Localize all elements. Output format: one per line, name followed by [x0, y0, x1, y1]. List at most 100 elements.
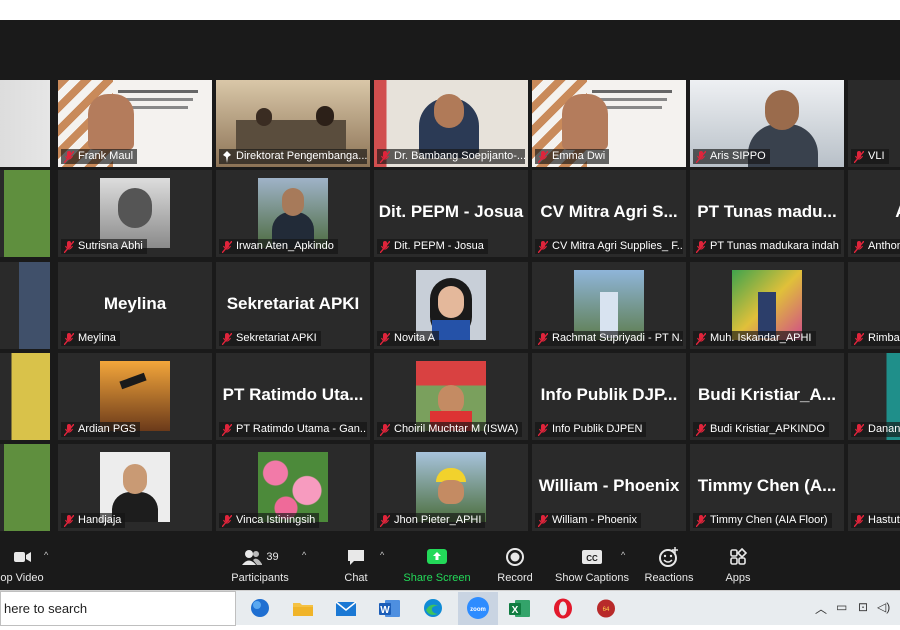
- participant-name: Frank Maul: [78, 150, 134, 162]
- participant-tile[interactable]: Rimba Rimba: [848, 262, 900, 349]
- windows-app-icon[interactable]: [246, 595, 274, 622]
- svg-text:zoom: zoom: [470, 607, 486, 613]
- svg-text:64: 64: [603, 607, 610, 613]
- volume-icon[interactable]: ◁): [877, 600, 890, 614]
- participant-name: Jhon Pieter_APHI: [394, 514, 482, 526]
- participant-tile[interactable]: PT Tunas madu... PT Tunas madukara indah: [690, 170, 844, 257]
- zoom-icon[interactable]: zoom: [458, 592, 498, 625]
- participant-tile[interactable]: Aris SIPPO: [690, 80, 844, 167]
- participant-display-name: Timmy Chen (A...: [697, 476, 837, 495]
- participants-label: Participants: [231, 572, 289, 584]
- pin-icon: [222, 150, 236, 163]
- participant-tile[interactable]: Jhon Pieter_APHI: [374, 444, 528, 531]
- participant-tile[interactable]: ber Indo...: [0, 170, 50, 257]
- participant-tile[interactable]: Ardian PGS: [58, 353, 212, 440]
- participant-tile[interactable]: Novita A: [374, 262, 528, 349]
- participant-tile[interactable]: Hambu...: [0, 353, 50, 440]
- participant-name: Emma Dwi: [552, 150, 606, 162]
- participant-tile[interactable]: Direktorat Pengembanga...: [216, 80, 370, 167]
- record-button[interactable]: Record: [475, 546, 555, 584]
- window-top-strip: [0, 0, 900, 20]
- tray-device-icon[interactable]: ▭: [836, 600, 847, 614]
- windows-taskbar: here to search W zoom X 64 ︿ ▭ ⊡ ◁): [0, 590, 900, 626]
- stop-video-button[interactable]: op Video: [0, 546, 62, 584]
- participant-tile[interactable]: Irwan Aten_Apkindo: [216, 170, 370, 257]
- participant-tile[interactable]: Sekretariat APKI Sekretariat APKI: [216, 262, 370, 349]
- participant-tile[interactable]: Info Publik DJP... Info Publik DJPEN: [532, 353, 686, 440]
- participants-button[interactable]: 39 Participants: [220, 546, 300, 584]
- muted-mic-icon: [854, 423, 868, 436]
- muted-mic-icon: [696, 240, 710, 253]
- participant-name-label: Emma Dwi: [535, 149, 610, 164]
- participant-tile[interactable]: Dr. Bambang Soepijanto-...: [374, 80, 528, 167]
- participants-options-caret[interactable]: ^: [302, 550, 306, 560]
- chat-options-caret[interactable]: ^: [380, 550, 384, 560]
- mail-icon[interactable]: [332, 595, 360, 622]
- participant-name-label: Info Publik DJPEN: [535, 422, 647, 437]
- video-options-caret[interactable]: ^: [44, 550, 48, 560]
- reactions-button[interactable]: Reactions: [629, 546, 709, 584]
- participant-tile[interactable]: Has Hastuty: [848, 444, 900, 531]
- captions-options-caret[interactable]: ^: [621, 550, 625, 560]
- participant-name: PT Tunas madukara indah: [710, 240, 839, 252]
- participant-name: PT Ratimdo Utama - Gan...: [236, 423, 367, 435]
- participant-tile[interactable]: [0, 80, 50, 167]
- participant-display-name: PT Ratimdo Uta...: [222, 385, 364, 404]
- participant-name: Hastuty: [868, 514, 900, 526]
- participant-display-name: PT Tunas madu...: [697, 202, 837, 221]
- participant-tile[interactable]: Emma Dwi: [532, 80, 686, 167]
- participant-tile[interactable]: Danan: [848, 353, 900, 440]
- muted-mic-icon: [222, 240, 236, 253]
- participant-tile[interactable]: Dit. PEPM - Josua Dit. PEPM - Josua: [374, 170, 528, 257]
- participant-tile[interactable]: Meylina Meylina: [58, 262, 212, 349]
- app-icon[interactable]: 64: [592, 595, 620, 622]
- participant-name: Irwan Aten_Apkindo: [236, 240, 334, 252]
- participant-name-label: Aris SIPPO: [693, 149, 770, 164]
- participant-tile[interactable]: PT Ratimdo Uta... PT Ratimdo Utama - Gan.…: [216, 353, 370, 440]
- show-captions-button[interactable]: CC Show Captions: [552, 546, 632, 584]
- participant-tile[interactable]: William - Phoenix William - Phoenix: [532, 444, 686, 531]
- muted-mic-icon: [380, 150, 394, 163]
- participant-tile[interactable]: Timmy Chen (A... Timmy Chen (AIA Floor): [690, 444, 844, 531]
- participant-display-name: Rimba: [848, 294, 900, 314]
- word-icon[interactable]: W: [376, 595, 404, 622]
- participant-tile[interactable]: Choiril Muchtar M (ISWA): [374, 353, 528, 440]
- muted-mic-icon: [380, 240, 394, 253]
- participant-display-name: CV Mitra Agri S...: [540, 202, 678, 221]
- apps-button[interactable]: Apps: [698, 546, 778, 584]
- participant-name-label: Danan: [851, 422, 900, 437]
- participant-name-label: Irwan Aten_Apkindo: [219, 239, 338, 254]
- participant-name-label: Ardian PGS: [61, 422, 141, 437]
- participant-name: Budi Kristiar_APKINDO: [710, 423, 825, 435]
- participant-display-name: William - Phoenix: [538, 476, 680, 495]
- share-screen-button[interactable]: Share Screen: [397, 546, 477, 584]
- participant-tile[interactable]: Frank Maul: [58, 80, 212, 167]
- participant-tile[interactable]: VLI: [848, 80, 900, 167]
- participant-tile[interactable]: PEN: [0, 262, 50, 349]
- participant-tile[interactable]: CV Mitra Agri S... CV Mitra Agri Supplies…: [532, 170, 686, 257]
- muted-mic-icon: [380, 514, 394, 527]
- participant-tile[interactable]: Budi Kristiar_A... Budi Kristiar_APKINDO: [690, 353, 844, 440]
- tray-chevron-icon[interactable]: ︿: [815, 600, 827, 617]
- network-icon[interactable]: ⊡: [858, 600, 868, 614]
- participant-name: Sutrisna Abhi: [78, 240, 143, 252]
- edge-icon[interactable]: [419, 595, 447, 622]
- participant-tile[interactable]: Vinca Istiningsih: [216, 444, 370, 531]
- participant-name: Handjaja: [78, 514, 122, 526]
- participant-name-label: Novita A: [377, 331, 439, 346]
- participant-name: Danan: [868, 423, 900, 435]
- participants-count: 39: [266, 551, 279, 563]
- excel-icon[interactable]: X: [506, 595, 534, 622]
- muted-mic-icon: [538, 240, 552, 253]
- participant-tile[interactable]: [0, 444, 50, 531]
- taskbar-search-box[interactable]: here to search: [0, 591, 236, 626]
- file-explorer-icon[interactable]: [289, 595, 317, 622]
- participant-name: Choiril Muchtar M (ISWA): [394, 423, 519, 435]
- opera-icon[interactable]: [549, 595, 577, 622]
- participant-tile[interactable]: Sutrisna Abhi: [58, 170, 212, 257]
- participant-tile[interactable]: Anthon Anthon: [848, 170, 900, 257]
- participant-tile[interactable]: Rachmat Supriyadi - PT N...: [532, 262, 686, 349]
- participant-name-label: Muh. Iskandar_APHI: [693, 331, 816, 346]
- participant-tile[interactable]: Handjaja: [58, 444, 212, 531]
- participant-tile[interactable]: Muh. Iskandar_APHI: [690, 262, 844, 349]
